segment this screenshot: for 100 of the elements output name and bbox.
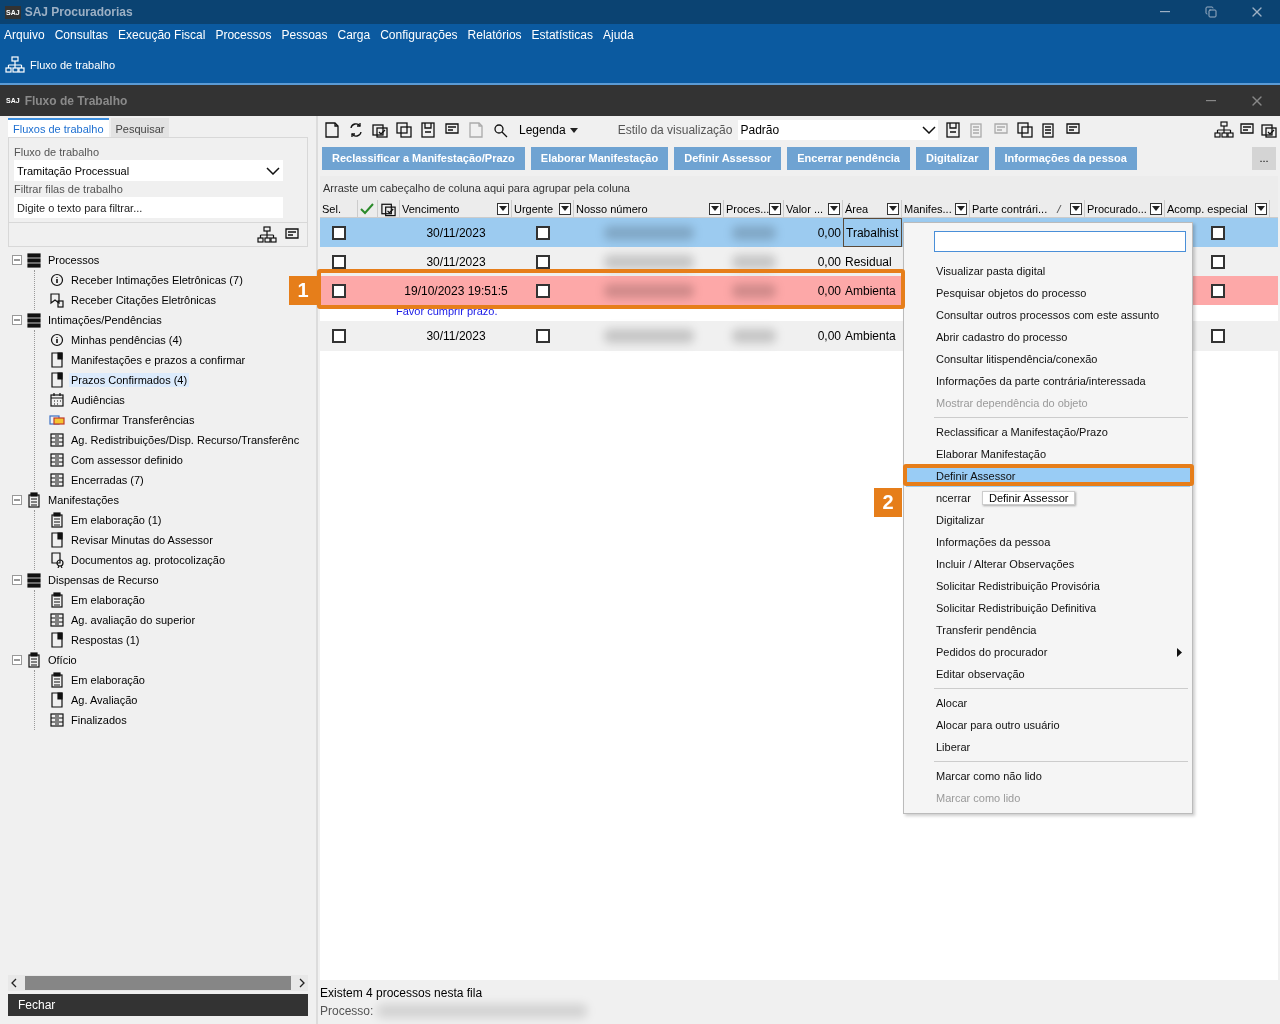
menu-item[interactable]: Liberar (936, 741, 971, 753)
collapse-icon[interactable] (12, 255, 22, 265)
view-style-select[interactable]: Padrão (738, 120, 939, 140)
tree-item[interactable]: Ag. Redistribuições/Disp. Recurso/Transferênc (69, 433, 302, 447)
column-header[interactable]: Nosso número (576, 202, 648, 215)
menu-item[interactable]: Consultas (54, 28, 109, 42)
column-header[interactable]: Parte contrári... (972, 202, 1048, 215)
menu-item[interactable]: Alocar para outro usuário (936, 719, 1060, 731)
menu-item[interactable]: Pesquisar objetos do processo (936, 287, 1087, 299)
tree-item[interactable]: Receber Citações Eletrônicas (69, 293, 218, 307)
column-header[interactable]: Proces... (726, 202, 770, 215)
tree-item[interactable]: Audiências (69, 393, 127, 407)
filter-dropdown[interactable] (769, 202, 782, 215)
tree-item[interactable]: Em elaboração (1) (69, 513, 164, 527)
menu-item[interactable]: Abrir cadastro do processo (936, 331, 1068, 343)
filter-dropdown[interactable] (887, 202, 899, 215)
menu-item[interactable]: Elaborar Manifestação (936, 448, 1047, 460)
column-header[interactable]: Sel. (320, 200, 358, 217)
tree-item[interactable]: Revisar Minutas do Assessor (69, 533, 215, 547)
menu-item[interactable]: Transferir pendência (936, 624, 1037, 636)
check-copy-icon[interactable] (371, 121, 389, 139)
collapse-icon[interactable] (12, 575, 22, 585)
menu-item[interactable]: Informações da parte contrária/interessada (936, 375, 1146, 387)
tree-item[interactable]: Finalizados (69, 713, 129, 727)
column-header[interactable]: Área (845, 202, 869, 215)
checkbox[interactable] (1210, 329, 1225, 343)
workflow-select[interactable]: Tramitação Processual (14, 160, 283, 181)
menu-item[interactable]: Alocar (936, 697, 968, 709)
menu-item[interactable]: Ajuda (602, 28, 634, 42)
menu-item[interactable]: Pedidos do procurador (936, 646, 1048, 658)
expand-all-icon[interactable] (257, 225, 277, 244)
hierarchy-icon[interactable] (5, 55, 25, 74)
checkbox[interactable] (1210, 283, 1225, 298)
filter-dropdown[interactable] (1255, 202, 1267, 215)
filter-dropdown[interactable] (497, 202, 509, 215)
copy-icon[interactable] (395, 121, 413, 139)
scroll-right-icon[interactable] (299, 978, 305, 988)
menu-item[interactable]: Carga (337, 28, 371, 42)
menu-item[interactable]: Configurações (380, 28, 458, 42)
menu-item[interactable]: Estatísticas (531, 28, 593, 42)
menu-item[interactable]: ncerrar (936, 492, 971, 504)
tree-item[interactable]: Com assessor definido (69, 453, 185, 467)
workflow-button[interactable]: Fluxo de trabalho (30, 58, 115, 71)
tree-item[interactable]: Manifestações (46, 493, 121, 507)
filter-dropdown[interactable] (709, 202, 721, 215)
menu-item[interactable]: Pessoas (281, 28, 328, 42)
checkbox[interactable] (332, 329, 346, 343)
collapse-icon[interactable] (12, 655, 22, 665)
menu-item[interactable]: Arquivo (4, 28, 45, 42)
tree-item[interactable]: Ag. avaliação do superior (69, 613, 198, 627)
horizontal-scrollbar[interactable] (8, 975, 308, 991)
tree-item[interactable]: Em elaboração (69, 673, 147, 687)
menu-item[interactable]: Digitalizar (936, 514, 985, 526)
tree-item[interactable]: Processos (46, 253, 102, 267)
menu-item[interactable]: Consultar outros processos com este assunto (936, 309, 1160, 321)
more-button[interactable]: ... (1252, 146, 1276, 170)
column-header[interactable]: Procurado... (1087, 202, 1147, 215)
column-header[interactable]: Acomp. especial (1167, 202, 1248, 215)
menu-item[interactable]: Informações da pessoa (936, 536, 1051, 548)
column-header[interactable]: Manifes... (904, 202, 952, 215)
tree-item[interactable]: Minhas pendências (4) (69, 333, 185, 347)
checkbox[interactable] (536, 329, 550, 343)
tree-item[interactable]: Ag. Avaliação (69, 693, 140, 707)
tree-item[interactable]: Prazos Confirmados (4) (69, 373, 190, 387)
checkbox[interactable] (536, 254, 550, 269)
menu-item[interactable]: Execução Fiscal (118, 28, 206, 42)
menu-item[interactable]: Reclassificar a Manifestação/Prazo (936, 426, 1108, 438)
menu-item[interactable]: Marcar como não lido (936, 770, 1042, 782)
close-panel-button[interactable]: Fechar (8, 994, 308, 1016)
save-icon[interactable] (944, 121, 963, 139)
scroll-left-icon[interactable] (11, 978, 17, 988)
collapse-icon[interactable] (12, 495, 22, 505)
filter-field[interactable]: Digite o texto para filtrar... (14, 197, 283, 218)
column-header[interactable]: Vencimento (402, 202, 460, 215)
checkbox[interactable] (536, 283, 550, 298)
tree-item[interactable]: Ofício (46, 653, 79, 667)
tree-item[interactable]: Dispensas de Recurso (46, 573, 161, 587)
panel-tab[interactable]: Fluxos de trabalho (8, 118, 109, 137)
checkbox[interactable] (332, 254, 346, 269)
menu-item[interactable]: Consultar litispendência/conexão (936, 353, 1098, 365)
menu-item[interactable]: Solicitar Redistribuição Definitiva (936, 602, 1097, 614)
filter-dropdown[interactable] (559, 202, 571, 215)
tree-item[interactable]: Confirmar Transferências (69, 413, 197, 427)
checkbox[interactable] (536, 225, 550, 240)
filter-dropdown[interactable] (955, 202, 967, 215)
menu-item[interactable]: Definir Assessor (936, 470, 1016, 482)
checkbox[interactable] (1210, 254, 1225, 269)
menu-item[interactable]: Solicitar Redistribuição Provisória (936, 580, 1100, 592)
column-header[interactable]: Urgente (514, 202, 554, 215)
menu-item[interactable]: Processos (215, 28, 272, 42)
panel-tab[interactable]: Pesquisar (110, 118, 170, 137)
filter-dropdown[interactable] (828, 202, 840, 215)
column-header[interactable]: Valor ... (786, 202, 824, 215)
legend-dropdown[interactable]: Legenda (515, 123, 582, 137)
expand-all-icon[interactable] (1214, 121, 1234, 139)
filter-dropdown[interactable] (1070, 202, 1082, 215)
tree-item[interactable]: Em elaboração (69, 593, 147, 607)
filter-dropdown[interactable] (1150, 202, 1162, 215)
tree-item[interactable]: Documentos ag. protocolização (69, 553, 228, 567)
menu-item[interactable]: Visualizar pasta digital (936, 265, 1046, 277)
